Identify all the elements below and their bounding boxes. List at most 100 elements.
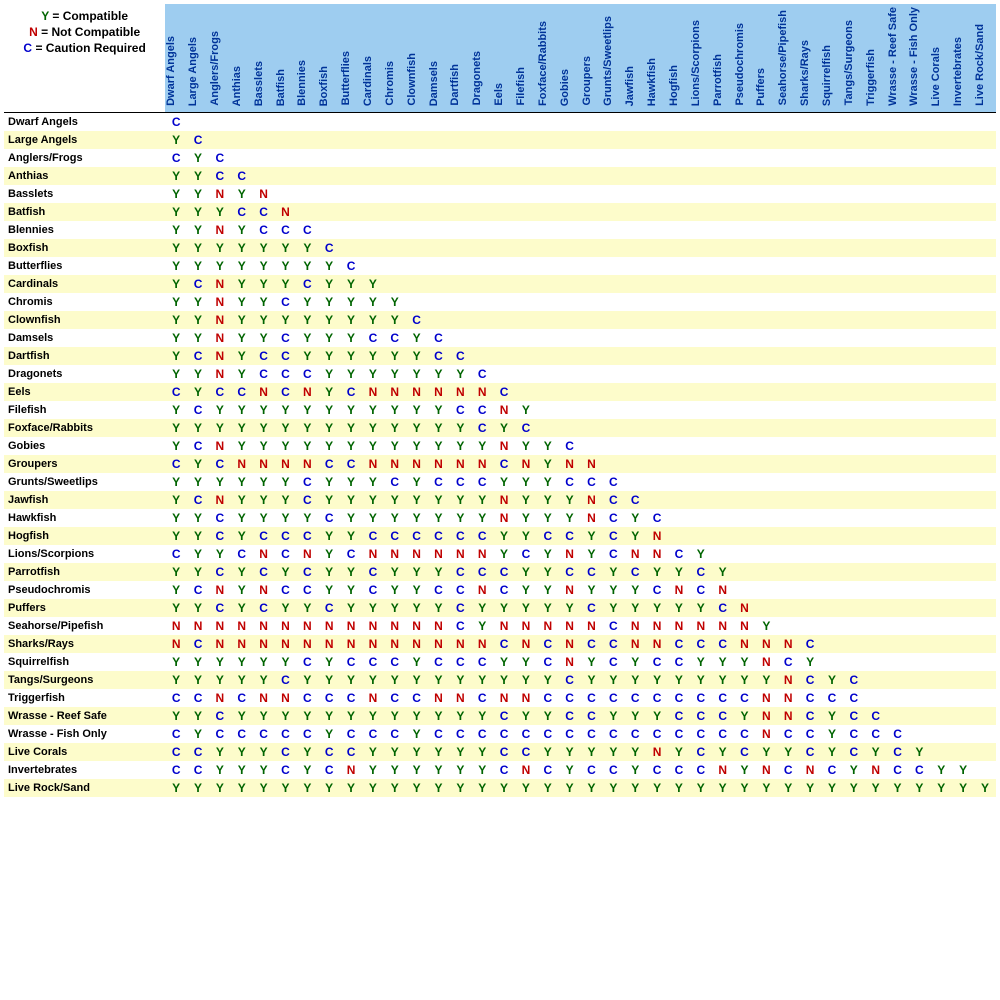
compat-cell: C <box>471 401 493 419</box>
col-header: Invertebrates <box>952 4 974 112</box>
table-row: SquirrelfishYYYYYYCYCCCYCCCYYCNYCYCCYYYN… <box>4 653 996 671</box>
compat-cell: C <box>559 707 581 725</box>
compat-value: Y <box>303 745 311 759</box>
compat-cell: N <box>799 761 821 779</box>
compat-value: N <box>762 691 771 705</box>
compat-cell <box>515 112 537 131</box>
compat-cell: C <box>187 347 209 365</box>
compat-cell <box>908 599 930 617</box>
compat-cell: Y <box>602 581 624 599</box>
compat-cell <box>908 671 930 689</box>
compat-cell <box>581 329 603 347</box>
compat-cell: N <box>275 689 297 707</box>
compat-value: C <box>543 655 552 669</box>
compat-cell: Y <box>231 293 253 311</box>
compat-cell: Y <box>712 563 734 581</box>
compat-cell <box>865 581 887 599</box>
compat-value: Y <box>741 655 749 669</box>
compat-cell <box>843 581 865 599</box>
compat-value: C <box>456 601 465 615</box>
compat-value: Y <box>544 709 552 723</box>
compat-cell: Y <box>843 761 865 779</box>
compat-cell: Y <box>187 779 209 797</box>
compat-cell: Y <box>253 311 275 329</box>
compat-value: Y <box>325 781 333 795</box>
compat-value: C <box>565 691 574 705</box>
compat-value: C <box>653 511 662 525</box>
compat-value: N <box>303 637 312 651</box>
compat-value: C <box>325 241 334 255</box>
compat-value: Y <box>303 349 311 363</box>
compat-value: Y <box>260 475 268 489</box>
compat-cell: Y <box>318 545 340 563</box>
compat-value: Y <box>347 331 355 345</box>
compat-cell <box>930 527 952 545</box>
compat-cell: Y <box>296 419 318 437</box>
compat-cell: Y <box>449 419 471 437</box>
compat-cell <box>865 689 887 707</box>
compat-value: Y <box>478 745 486 759</box>
compat-cell <box>777 545 799 563</box>
col-header-label: Anglers/Frogs <box>209 28 221 109</box>
compat-cell <box>908 635 930 653</box>
compat-value: Y <box>391 763 399 777</box>
compat-value: N <box>259 583 268 597</box>
table-row: CardinalsYCNYYYCYYY <box>4 275 996 293</box>
compat-cell: Y <box>296 707 318 725</box>
compat-cell <box>646 311 668 329</box>
compat-cell <box>821 563 843 581</box>
compat-cell <box>515 185 537 203</box>
compat-value: Y <box>325 331 333 345</box>
compat-cell <box>712 401 734 419</box>
compat-cell: Y <box>515 563 537 581</box>
compat-cell: N <box>581 491 603 509</box>
compat-value: N <box>587 619 596 633</box>
compat-cell: Y <box>275 509 297 527</box>
compat-cell: C <box>187 761 209 779</box>
compat-cell <box>908 653 930 671</box>
compat-value: C <box>543 637 552 651</box>
compat-cell <box>428 275 450 293</box>
compat-value: C <box>609 691 618 705</box>
compat-cell: Y <box>165 707 187 725</box>
compat-cell <box>865 671 887 689</box>
compat-cell: N <box>209 275 231 293</box>
compat-cell <box>908 112 930 131</box>
compat-cell <box>952 707 974 725</box>
compat-cell <box>384 275 406 293</box>
compat-cell <box>712 293 734 311</box>
compat-cell <box>799 311 821 329</box>
compat-cell: C <box>318 743 340 761</box>
compat-cell: Y <box>428 563 450 581</box>
compat-cell: N <box>755 635 777 653</box>
compat-cell <box>777 167 799 185</box>
compat-value: C <box>281 529 290 543</box>
compat-cell: C <box>187 743 209 761</box>
compat-cell: Y <box>799 653 821 671</box>
table-row: ParrotfishYYCYCYCYYCYYYCCCYYCCYCYYCY <box>4 563 996 581</box>
compat-value: Y <box>216 205 224 219</box>
compat-cell: Y <box>275 653 297 671</box>
compat-value: Y <box>434 745 442 759</box>
compat-cell <box>471 293 493 311</box>
compat-cell <box>559 112 581 131</box>
compat-value: Y <box>784 745 792 759</box>
compat-cell: N <box>690 617 712 635</box>
compat-cell <box>930 707 952 725</box>
compat-cell: Y <box>340 563 362 581</box>
compat-cell: Y <box>428 509 450 527</box>
compat-cell <box>930 293 952 311</box>
compat-cell: Y <box>668 779 690 797</box>
compat-cell: C <box>253 365 275 383</box>
compat-cell <box>690 437 712 455</box>
compat-value: Y <box>369 763 377 777</box>
compat-cell <box>755 112 777 131</box>
compat-cell <box>952 455 974 473</box>
compat-value: Y <box>194 259 202 273</box>
compat-cell: N <box>340 761 362 779</box>
compat-cell: C <box>559 527 581 545</box>
compat-value: N <box>194 619 203 633</box>
compat-value: C <box>369 727 378 741</box>
compat-cell: C <box>296 275 318 293</box>
col-header-label: Squirrelfish <box>821 42 833 109</box>
